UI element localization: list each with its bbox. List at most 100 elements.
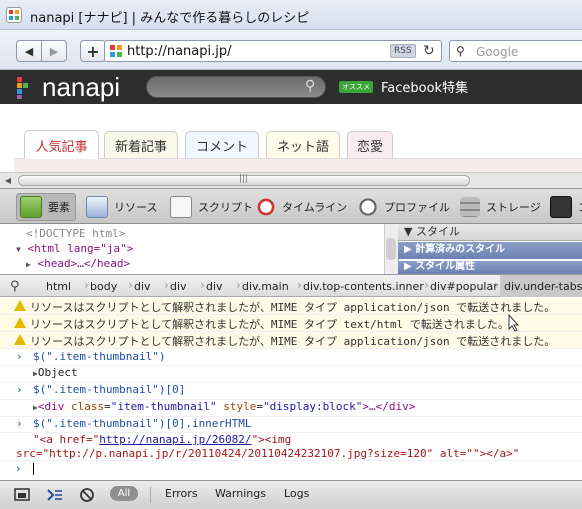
search-icon[interactable]: ⚲: [305, 78, 315, 94]
timeline-icon: [256, 197, 276, 217]
recommend-badge: オススメ: [339, 81, 373, 93]
dom-breadcrumb: ⚲ html body div div div div.main div.top…: [0, 274, 582, 297]
collapse-triangle-icon[interactable]: ▼: [16, 245, 21, 254]
result-object[interactable]: Object: [38, 366, 78, 379]
scroll-left-icon[interactable]: ◀: [0, 173, 16, 188]
storage-icon: [460, 197, 480, 217]
clear-console-icon[interactable]: [78, 487, 96, 503]
devtools-tab-console[interactable]: コ: [550, 193, 582, 221]
devtools-tab-label: リソース: [114, 201, 158, 214]
facebook-feature-link[interactable]: Facebook特集: [381, 77, 468, 96]
breadcrumb-item[interactable]: div.top-contents.inner: [303, 275, 424, 297]
elements-icon: [20, 196, 42, 218]
result-link[interactable]: http://nanapi.jp/26082/: [99, 433, 251, 446]
head-node[interactable]: ▶ <head>…</head>: [26, 257, 130, 270]
tab-net-slang[interactable]: ネット語: [266, 131, 340, 158]
mouse-cursor-icon: [508, 314, 520, 332]
computed-style-section[interactable]: ▶ 計算済みのスタイル: [398, 242, 582, 259]
console-icon: [550, 196, 572, 218]
devtools-tab-storage[interactable]: ストレージ: [460, 193, 541, 221]
console-input-caret[interactable]: [33, 463, 34, 475]
address-text[interactable]: http://nanapi.jp/: [127, 44, 231, 59]
breadcrumb-item[interactable]: div#popular: [430, 275, 498, 297]
separator-icon: ›: [236, 278, 241, 292]
devtools-tab-label: プロファイル: [384, 201, 450, 214]
search-icon[interactable]: ⚲: [10, 279, 20, 294]
back-button[interactable]: ◀: [16, 40, 42, 62]
prompt-icon: ›: [16, 417, 23, 430]
console-command-row[interactable]: › $(".item-thumbnail")[0].innerHTML: [0, 417, 582, 433]
console-warning-row: リソースはスクリプトとして解釈されましたが、MIME タイプ applicati…: [0, 332, 582, 349]
tab-comments[interactable]: コメント: [185, 131, 259, 158]
html-node[interactable]: ▼ <html lang="ja">: [16, 242, 133, 255]
breadcrumb-item[interactable]: div.main: [242, 275, 289, 297]
warning-icon: [14, 334, 26, 345]
site-search-input[interactable]: ⚲: [146, 76, 326, 98]
separator-icon: ›: [84, 278, 89, 292]
console-result-row[interactable]: ▶Object: [0, 366, 582, 383]
console-result-row[interactable]: "<a href="http://nanapi.jp/26082/"><img …: [0, 433, 582, 461]
horizontal-scrollbar[interactable]: ◀ |||: [0, 172, 582, 188]
tab-new-articles[interactable]: 新着記事: [104, 131, 178, 158]
nanapi-favicon-icon: [6, 7, 22, 23]
expand-triangle-icon: ▶: [404, 261, 412, 272]
address-bar[interactable]: http://nanapi.jp/ RSS ↻: [104, 40, 442, 62]
tab-love[interactable]: 恋愛: [347, 131, 393, 158]
browser-search-box[interactable]: ⚲ Google: [449, 40, 582, 62]
devtools-statusbar: All Errors Warnings Logs: [0, 480, 582, 509]
doctype-node[interactable]: <!DOCTYPE html>: [26, 227, 125, 240]
tab-popular[interactable]: 人気記事: [24, 130, 99, 159]
console-command-row[interactable]: › $(".item-thumbnail"): [0, 350, 582, 366]
separator-icon: ›: [494, 278, 499, 292]
breadcrumb-item[interactable]: div: [206, 275, 223, 297]
rss-badge[interactable]: RSS: [390, 44, 416, 58]
console-result-row[interactable]: ▶<div class="item-thumbnail" style="disp…: [0, 400, 582, 417]
styles-header-label: スタイル: [415, 225, 460, 238]
prompt-icon: ›: [16, 383, 23, 396]
console-command-row[interactable]: › $(".item-thumbnail")[0]: [0, 383, 582, 400]
filter-logs-button[interactable]: Logs: [284, 487, 309, 500]
console-toggle-icon[interactable]: [46, 487, 64, 503]
filter-all-button[interactable]: All: [110, 486, 138, 501]
prompt-icon: ›: [16, 350, 23, 363]
separator-icon: ›: [164, 278, 169, 292]
scrollbar-thumb[interactable]: |||: [18, 174, 470, 186]
separator-icon: ›: [128, 278, 133, 292]
breadcrumb-item[interactable]: div: [170, 275, 187, 297]
devtools-toolbar: 要素 リソース スクリプト タイムライン プロファイル ストレージ コ: [0, 188, 582, 224]
expand-triangle-icon: ▶: [404, 244, 412, 255]
filter-errors-button[interactable]: Errors: [165, 487, 198, 500]
devtools-tab-scripts[interactable]: スクリプト: [170, 193, 253, 221]
forward-button[interactable]: ▶: [41, 40, 67, 62]
devtools-tab-label: タイムライン: [282, 201, 348, 214]
scrollbar-thumb[interactable]: [386, 238, 396, 260]
search-placeholder[interactable]: Google: [476, 45, 518, 59]
breadcrumb-item[interactable]: body: [90, 275, 117, 297]
devtools-tab-profiles[interactable]: プロファイル: [358, 193, 450, 221]
expand-triangle-icon[interactable]: ▶: [26, 260, 31, 269]
devtools-tab-label: 要素: [48, 201, 70, 214]
separator-icon: ›: [200, 278, 205, 292]
style-attribute-section[interactable]: ▶ スタイル属性: [398, 261, 582, 274]
resources-icon: [86, 196, 108, 218]
devtools-tab-timeline[interactable]: タイムライン: [256, 193, 347, 221]
devtools-tab-elements[interactable]: 要素: [16, 193, 76, 221]
new-tab-button[interactable]: +: [80, 40, 106, 62]
warning-icon: [14, 300, 26, 311]
separator-icon: ›: [424, 278, 429, 292]
breadcrumb-item[interactable]: html: [46, 275, 71, 297]
nanapi-logo-icon[interactable]: [17, 77, 29, 99]
warning-icon: [14, 317, 26, 328]
window-title: nanapi [ナナピ] | みんなで作る暮らしのレシピ: [30, 11, 310, 26]
breadcrumb-item-selected[interactable]: div.under-tabs.: [500, 275, 582, 297]
separator-icon: ›: [297, 278, 302, 292]
site-logo[interactable]: nanapi: [42, 72, 120, 103]
reload-icon[interactable]: ↻: [423, 43, 435, 59]
dock-icon[interactable]: [14, 487, 32, 503]
profiles-icon: [358, 197, 378, 217]
devtools-tab-resources[interactable]: リソース: [86, 193, 157, 221]
filter-warnings-button[interactable]: Warnings: [215, 487, 266, 500]
breadcrumb-item[interactable]: div: [134, 275, 151, 297]
browser-toolbar: ◀ ▶ + http://nanapi.jp/ RSS ↻ ⚲ Google: [0, 30, 582, 70]
styles-header[interactable]: ▼ スタイル: [398, 224, 582, 241]
